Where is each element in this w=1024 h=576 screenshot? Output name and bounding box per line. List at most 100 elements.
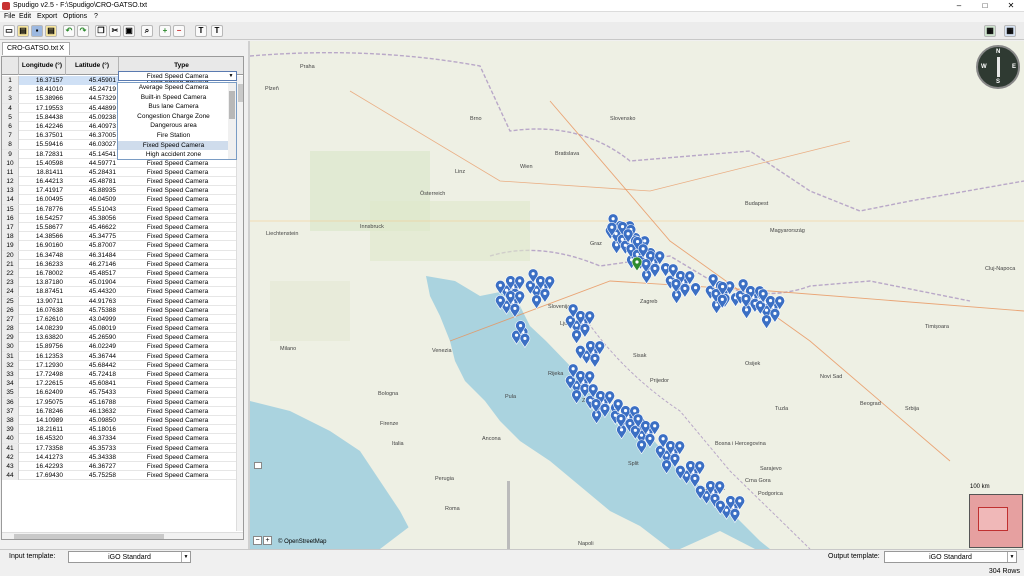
type-cell[interactable]: Fixed Speed Camera — [119, 444, 236, 453]
type-cell[interactable]: Fixed Speed Camera — [119, 361, 236, 370]
longitude-cell[interactable]: 16.12353 — [19, 352, 66, 361]
type-cell[interactable]: Fixed Speed Camera — [119, 168, 236, 177]
longitude-cell[interactable]: 13.87180 — [19, 278, 66, 287]
longitude-cell[interactable]: 16.78776 — [19, 205, 66, 214]
scroll-thumb[interactable] — [14, 534, 164, 539]
type-cell[interactable]: Fixed Speed Camera — [119, 425, 236, 434]
longitude-cell[interactable]: 14.41273 — [19, 453, 66, 462]
table-row[interactable]: 44 17.69430 45.75258 Fixed Speed Camera — [2, 471, 236, 481]
table-row[interactable]: 21 16.36233 46.27146 Fixed Speed Camera — [2, 259, 236, 269]
table-row[interactable]: 22 16.78002 45.48517 Fixed Speed Camera — [2, 268, 236, 279]
latitude-cell[interactable]: 45.34338 — [66, 453, 119, 462]
latitude-cell[interactable]: 45.68442 — [66, 361, 119, 370]
longitude-cell[interactable]: 15.89756 — [19, 342, 66, 351]
output-template-select[interactable]: iGO Standard ▼ — [884, 551, 1017, 563]
longitude-cell[interactable]: 18.41010 — [19, 85, 66, 94]
longitude-cell[interactable]: 15.84438 — [19, 113, 66, 122]
longitude-cell[interactable]: 17.22615 — [19, 379, 66, 388]
type-cell[interactable]: Fixed Speed Camera — [119, 223, 236, 232]
dropdown-option[interactable]: Fire Station — [118, 131, 229, 141]
type-cell[interactable]: Fixed Speed Camera — [119, 306, 236, 315]
latitude-cell[interactable]: 45.34775 — [66, 232, 119, 241]
text-tool-1-button[interactable]: T — [195, 25, 207, 37]
type-cell[interactable]: Fixed Speed Camera — [119, 471, 236, 480]
dropdown-option[interactable]: Built-in Speed Camera — [118, 93, 229, 103]
type-cell[interactable]: Fixed Speed Camera — [119, 177, 236, 186]
table-row[interactable]: 15 16.78776 45.51043 Fixed Speed Camera — [2, 204, 236, 214]
type-cell[interactable]: Fixed Speed Camera — [119, 241, 236, 250]
menu-export[interactable]: Export — [37, 13, 57, 20]
latitude-cell[interactable]: 45.48781 — [66, 177, 119, 186]
table-vertical-scrollbar[interactable] — [236, 76, 243, 531]
dropdown-option[interactable]: Bus lane Camera — [118, 102, 229, 112]
type-cell[interactable]: Fixed Speed Camera — [119, 324, 236, 333]
longitude-cell[interactable]: 16.36233 — [19, 260, 66, 269]
table-row[interactable]: 30 15.89756 46.02249 Fixed Speed Camera — [2, 342, 236, 352]
tab-cro-gatso[interactable]: CRO-GATSO.txt X — [2, 42, 70, 55]
text-tool-2-button[interactable]: T — [211, 25, 223, 37]
latitude-cell[interactable]: 45.26590 — [66, 333, 119, 342]
longitude-cell[interactable]: 16.45320 — [19, 434, 66, 443]
open-folder-icon[interactable]: ▤ — [17, 25, 29, 37]
latitude-cell[interactable]: 45.44320 — [66, 287, 119, 296]
input-template-select[interactable]: iGO Standard ▼ — [68, 551, 191, 563]
type-cell[interactable]: Fixed Speed Camera — [119, 297, 236, 306]
longitude-cell[interactable]: 16.37157 — [19, 76, 66, 85]
table-row[interactable]: 16 16.54257 45.38056 Fixed Speed Camera — [2, 213, 236, 223]
find-icon[interactable]: ⌕ — [141, 25, 153, 37]
longitude-cell[interactable]: 14.38566 — [19, 232, 66, 241]
remove-row-icon[interactable]: − — [173, 25, 185, 37]
longitude-cell[interactable]: 17.95075 — [19, 398, 66, 407]
latitude-cell[interactable]: 45.18016 — [66, 425, 119, 434]
type-cell[interactable]: Fixed Speed Camera — [119, 398, 236, 407]
latitude-cell[interactable]: 45.09850 — [66, 416, 119, 425]
type-cell[interactable]: Fixed Speed Camera — [119, 379, 236, 388]
latitude-cell[interactable]: 45.72418 — [66, 370, 119, 379]
cut-icon[interactable]: ✂ — [109, 25, 121, 37]
latitude-cell[interactable]: 46.40973 — [66, 122, 119, 131]
type-cell[interactable]: Fixed Speed Camera — [119, 195, 236, 204]
latitude-cell[interactable]: 44.59771 — [66, 159, 119, 168]
table-row[interactable]: 17 15.58677 45.46622 Fixed Speed Camera — [2, 223, 236, 233]
latitude-cell[interactable]: 46.37005 — [66, 131, 119, 140]
table-row[interactable]: 27 17.62610 43.04999 Fixed Speed Camera — [2, 314, 236, 325]
close-button[interactable]: ✕ — [998, 0, 1024, 12]
save-as-icon[interactable]: ▤ — [45, 25, 57, 37]
longitude-cell[interactable]: 18.87451 — [19, 287, 66, 296]
longitude-cell[interactable]: 13.63820 — [19, 333, 66, 342]
longitude-cell[interactable]: 16.54257 — [19, 214, 66, 223]
latitude-cell[interactable]: 46.03027 — [66, 140, 119, 149]
longitude-cell[interactable]: 16.78002 — [19, 269, 66, 278]
longitude-cell[interactable]: 13.90711 — [19, 297, 66, 306]
latitude-cell[interactable]: 45.38056 — [66, 214, 119, 223]
latitude-cell[interactable]: 45.44899 — [66, 104, 119, 113]
type-cell[interactable]: Fixed Speed Camera — [119, 388, 236, 397]
table-row[interactable]: 29 13.63820 45.26590 Fixed Speed Camera — [2, 333, 236, 343]
longitude-cell[interactable]: 16.78246 — [19, 407, 66, 416]
latitude-cell[interactable]: 45.24719 — [66, 85, 119, 94]
latitude-cell[interactable]: 45.01904 — [66, 278, 119, 287]
table-row[interactable]: 14 16.00495 46.04509 Fixed Speed Camera — [2, 195, 236, 205]
table-row[interactable]: 26 16.07638 45.75388 Fixed Speed Camera — [2, 305, 236, 315]
zoom-out-button[interactable]: − — [253, 536, 262, 545]
longitude-cell[interactable]: 17.12930 — [19, 361, 66, 370]
map-attribution[interactable]: © OpenStreetMap — [278, 539, 326, 545]
longitude-cell[interactable]: 15.58677 — [19, 223, 66, 232]
longitude-cell[interactable]: 16.34748 — [19, 251, 66, 260]
table-row[interactable]: 36 17.95075 45.16788 Fixed Speed Camera — [2, 397, 236, 407]
new-file-icon[interactable]: ▭ — [3, 25, 15, 37]
type-cell[interactable]: Fixed Speed Camera — [119, 407, 236, 416]
table-horizontal-scrollbar[interactable] — [2, 532, 243, 539]
menu-file[interactable]: File — [4, 13, 15, 20]
type-cell[interactable]: Fixed Speed Camera — [119, 434, 236, 443]
latitude-cell[interactable]: 45.36744 — [66, 352, 119, 361]
zoom-slider-track[interactable] — [507, 481, 510, 549]
header-latitude[interactable]: Latitude (°) — [66, 57, 119, 75]
latitude-cell[interactable]: 45.51043 — [66, 205, 119, 214]
longitude-cell[interactable]: 16.62409 — [19, 388, 66, 397]
table-row[interactable]: 19 16.90160 45.87007 Fixed Speed Camera — [2, 241, 236, 251]
type-cell[interactable]: Fixed Speed Camera — [119, 352, 236, 361]
longitude-cell[interactable]: 17.19553 — [19, 104, 66, 113]
save-icon[interactable]: ▪ — [31, 25, 43, 37]
longitude-cell[interactable]: 18.72831 — [19, 150, 66, 159]
